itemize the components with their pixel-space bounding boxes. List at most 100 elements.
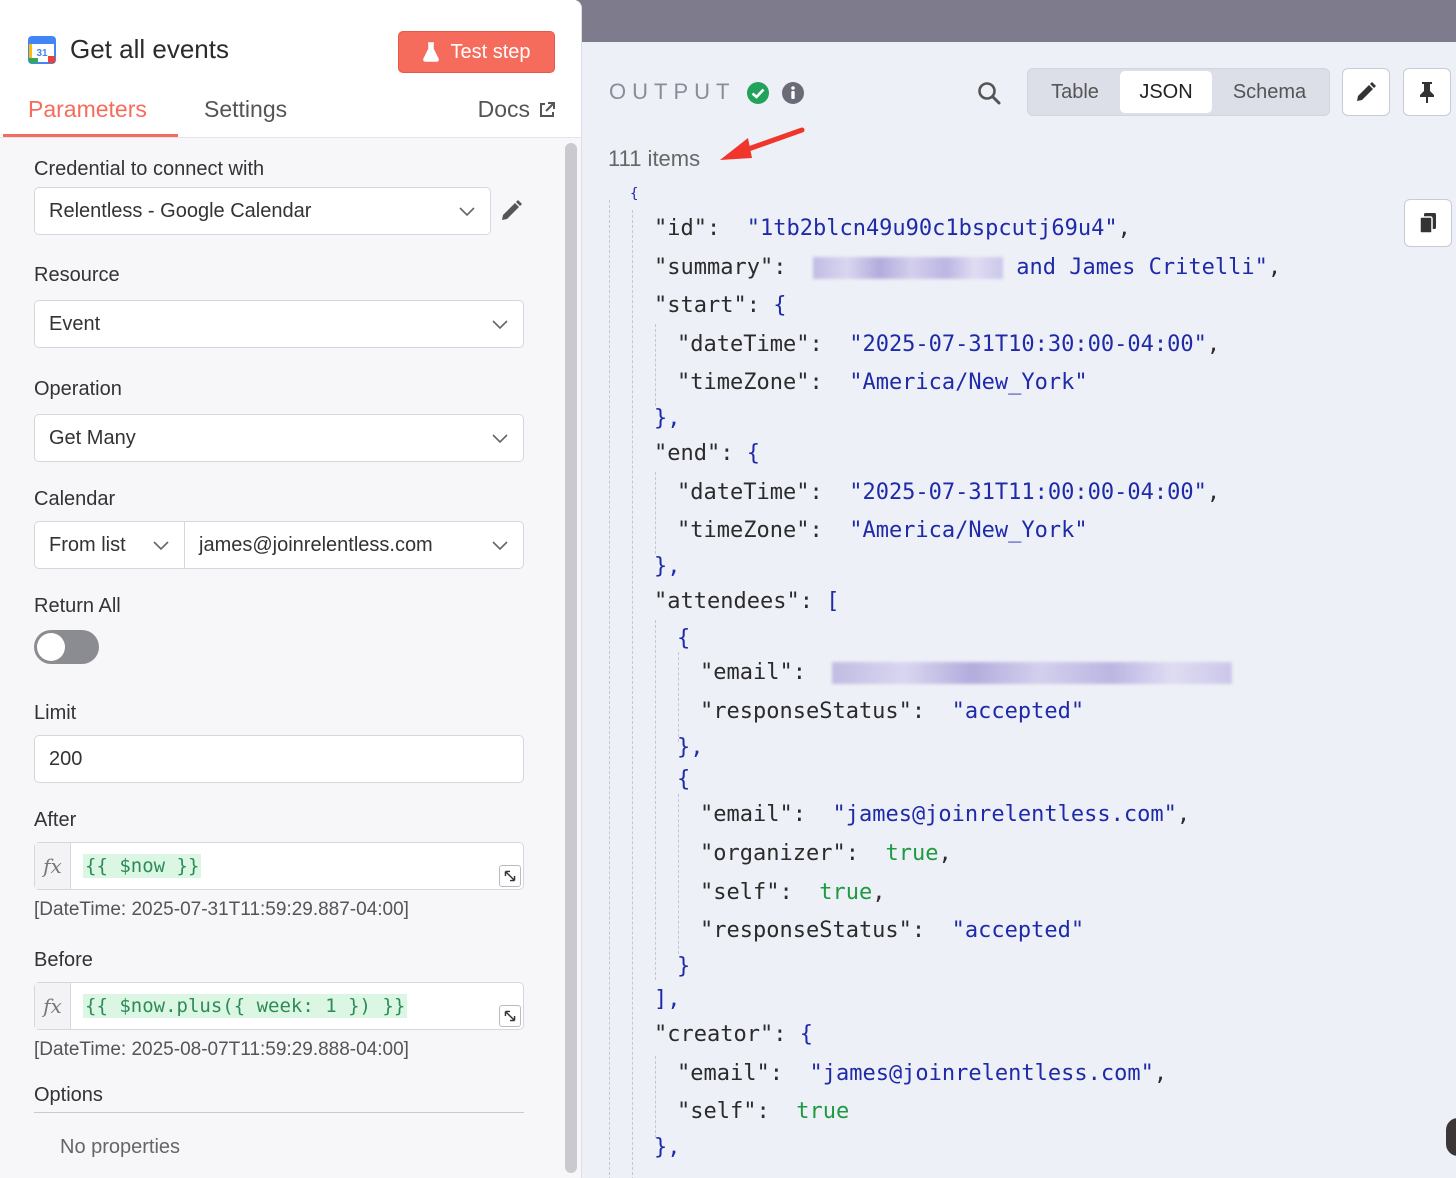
json-key: "self" xyxy=(677,1099,757,1124)
node-title: Get all events xyxy=(70,34,229,64)
json-open-brace: { xyxy=(630,186,639,202)
pin-data-button[interactable] xyxy=(1403,68,1451,116)
operation-label: Operation xyxy=(34,378,122,400)
after-label: After xyxy=(34,809,77,831)
toggle-knob xyxy=(37,633,65,661)
json-line-end: "end": { xyxy=(654,441,760,466)
resource-value: Event xyxy=(49,312,101,335)
after-expression-input[interactable]: fx {{ $now }} xyxy=(34,842,524,890)
json-string: "james@joinrelentless.com" xyxy=(809,1061,1154,1086)
json-line-close: }, xyxy=(677,735,704,760)
operation-value: Get Many xyxy=(49,426,136,449)
view-json-button[interactable]: JSON xyxy=(1120,71,1212,113)
return-all-toggle[interactable] xyxy=(34,630,99,664)
json-line-creator-email: "email": "james@joinrelentless.com", xyxy=(677,1061,1168,1086)
docs-link[interactable]: Docs xyxy=(478,96,556,123)
credential-value: Relentless - Google Calendar xyxy=(49,199,312,222)
operation-select[interactable]: Get Many xyxy=(34,414,524,462)
fx-icon: fx xyxy=(35,843,71,889)
json-key: "start" xyxy=(654,293,747,318)
json-line-close: ], xyxy=(654,987,681,1012)
json-line-summary: "summary": and James Critelli", xyxy=(654,255,1282,280)
json-line-response-status: "responseStatus": "accepted" xyxy=(700,918,1085,943)
items-count: 111 items xyxy=(608,146,701,171)
external-link-icon xyxy=(540,101,555,117)
json-key: "email" xyxy=(700,660,793,685)
json-guide-line xyxy=(655,324,656,406)
json-guide-line xyxy=(632,210,633,1178)
json-string: "accepted" xyxy=(951,699,1085,724)
limit-input[interactable]: 200 xyxy=(34,735,524,783)
calendar-label: Calendar xyxy=(34,488,116,510)
json-line-end-datetime: "dateTime": "2025-07-31T11:00:00-04:00", xyxy=(677,480,1221,505)
expand-icon[interactable] xyxy=(499,865,521,887)
json-line-id: "id": "1tb2blcn49u90c1bspcutj69u4", xyxy=(654,216,1131,241)
tab-parameters[interactable]: Parameters xyxy=(28,96,147,123)
calendar-icon-text: 31 xyxy=(36,48,48,59)
json-line-close: }, xyxy=(654,1135,681,1160)
json-string: "1tb2blcn49u90c1bspcutj69u4" xyxy=(746,216,1118,241)
chevron-down-icon xyxy=(492,541,508,551)
info-icon[interactable] xyxy=(781,81,805,105)
json-boolean: true xyxy=(796,1099,850,1124)
redacted-text xyxy=(812,257,1003,279)
json-line-start: "start": { xyxy=(654,293,787,318)
copy-output-button[interactable] xyxy=(1404,199,1452,247)
json-string: and James Critelli" xyxy=(1016,255,1268,280)
chevron-down-icon xyxy=(153,541,169,551)
json-line-attendee-email-redacted: "email": xyxy=(700,660,1233,685)
limit-label: Limit xyxy=(34,702,77,724)
google-calendar-icon: 31 xyxy=(28,36,56,64)
expand-icon[interactable] xyxy=(499,1005,521,1027)
before-datetime-hint: [DateTime: 2025-08-07T11:59:29.888-04:00… xyxy=(34,1039,409,1060)
json-string: "accepted" xyxy=(951,918,1085,943)
before-expression-input[interactable]: fx {{ $now.plus({ week: 1 }) }} xyxy=(34,982,524,1030)
json-guide-line xyxy=(655,1056,656,1138)
tab-settings[interactable]: Settings xyxy=(204,96,287,123)
calendar-select[interactable]: james@joinrelentless.com xyxy=(184,521,524,569)
chevron-down-icon xyxy=(492,434,508,444)
json-string: "America/New_York" xyxy=(849,370,1088,395)
fx-icon: fx xyxy=(35,983,71,1029)
view-table-button[interactable]: Table xyxy=(1030,71,1120,113)
edit-credential-icon[interactable] xyxy=(498,198,524,224)
node-header: 31 Get all events Test step Parameters S… xyxy=(0,0,581,138)
no-properties-text: No properties xyxy=(60,1136,181,1158)
chevron-down-icon xyxy=(459,207,475,217)
json-string: "2025-07-31T11:00:00-04:00" xyxy=(849,480,1207,505)
json-guide-line xyxy=(678,794,679,954)
docs-label: Docs xyxy=(477,96,530,122)
node-parameters-panel: 31 Get all events Test step Parameters S… xyxy=(0,0,582,1178)
json-line-close: }, xyxy=(654,554,681,579)
edit-output-button[interactable] xyxy=(1342,68,1390,116)
chat-widget-edge[interactable] xyxy=(1446,1118,1456,1156)
json-guide-line xyxy=(678,652,679,742)
calendar-mode-value: From list xyxy=(49,533,126,556)
json-key: "timeZone" xyxy=(677,370,810,395)
json-line-attendees: "attendees": [ xyxy=(654,589,840,614)
output-panel: OUTPUT Table JSON Schema 111 items {"id… xyxy=(582,42,1456,1178)
success-check-icon xyxy=(747,82,769,104)
json-key: "organizer" xyxy=(700,841,846,866)
calendar-mode-select[interactable]: From list xyxy=(34,521,185,569)
json-line-creator-self: "self": true xyxy=(677,1099,850,1124)
options-divider xyxy=(34,1112,524,1113)
json-string: "james@joinrelentless.com" xyxy=(832,802,1177,827)
json-guide-line xyxy=(655,472,656,554)
panel-scrollbar[interactable] xyxy=(565,143,577,1173)
json-key: "self" xyxy=(700,880,780,905)
json-key: "email" xyxy=(700,802,793,827)
resource-select[interactable]: Event xyxy=(34,300,524,348)
json-line-end-timezone: "timeZone": "America/New_York" xyxy=(677,518,1088,543)
view-schema-button[interactable]: Schema xyxy=(1212,71,1327,113)
credential-select[interactable]: Relentless - Google Calendar xyxy=(34,187,491,235)
json-key: "summary" xyxy=(654,255,774,280)
flask-icon xyxy=(423,42,440,62)
search-icon[interactable] xyxy=(976,80,1002,106)
pencil-icon xyxy=(1357,82,1376,101)
test-step-button[interactable]: Test step xyxy=(398,31,555,73)
return-all-label: Return All xyxy=(34,595,121,617)
after-datetime-hint: [DateTime: 2025-07-31T11:59:29.887-04:00… xyxy=(34,899,409,920)
json-key: "creator" xyxy=(654,1022,774,1047)
json-guide-line xyxy=(655,620,656,980)
